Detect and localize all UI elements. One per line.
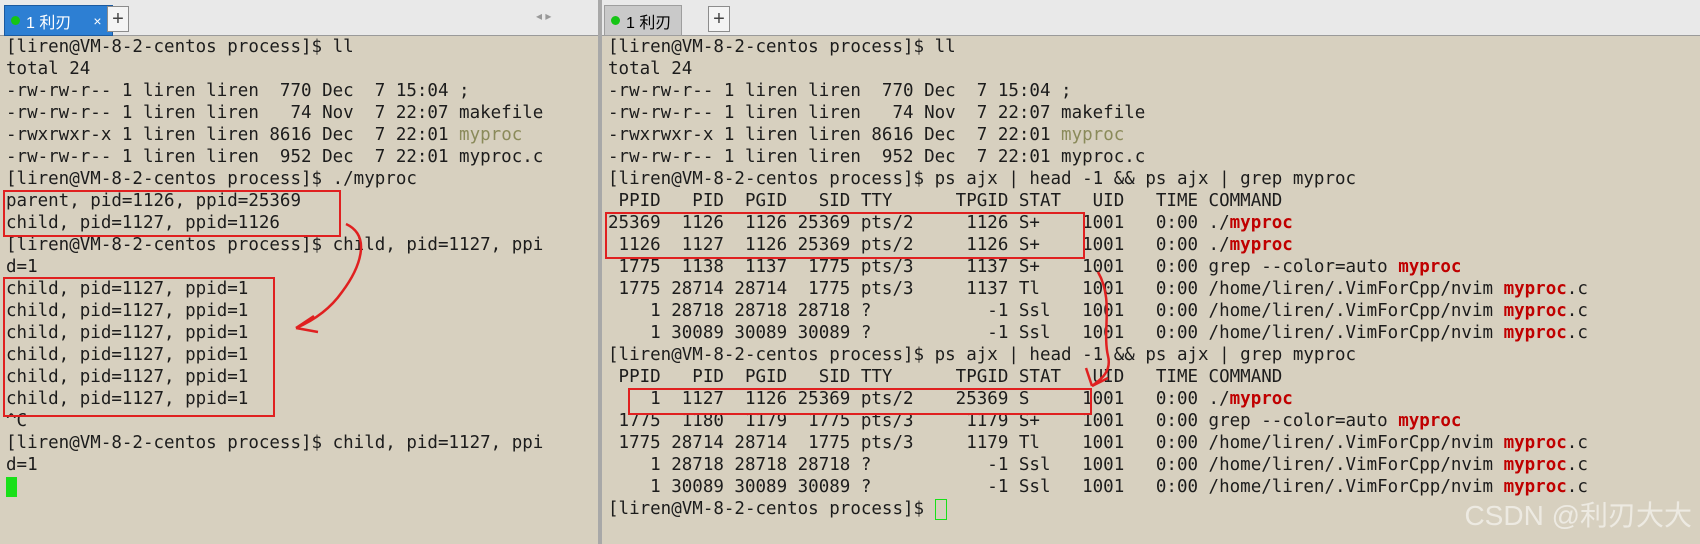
right-terminal-pane[interactable]: 1 利刃 + [liren@VM-8-2-centos process]$ ll… (602, 0, 1700, 544)
annotation-arrow (295, 222, 363, 334)
watermark-text: CSDN @利刃大大 (1464, 500, 1692, 531)
annotation-arrow (1084, 271, 1111, 388)
left-terminal-pane[interactable]: 1 利刃 × + ◂ ▸ [liren@VM-8-2-centos proces… (0, 0, 598, 544)
